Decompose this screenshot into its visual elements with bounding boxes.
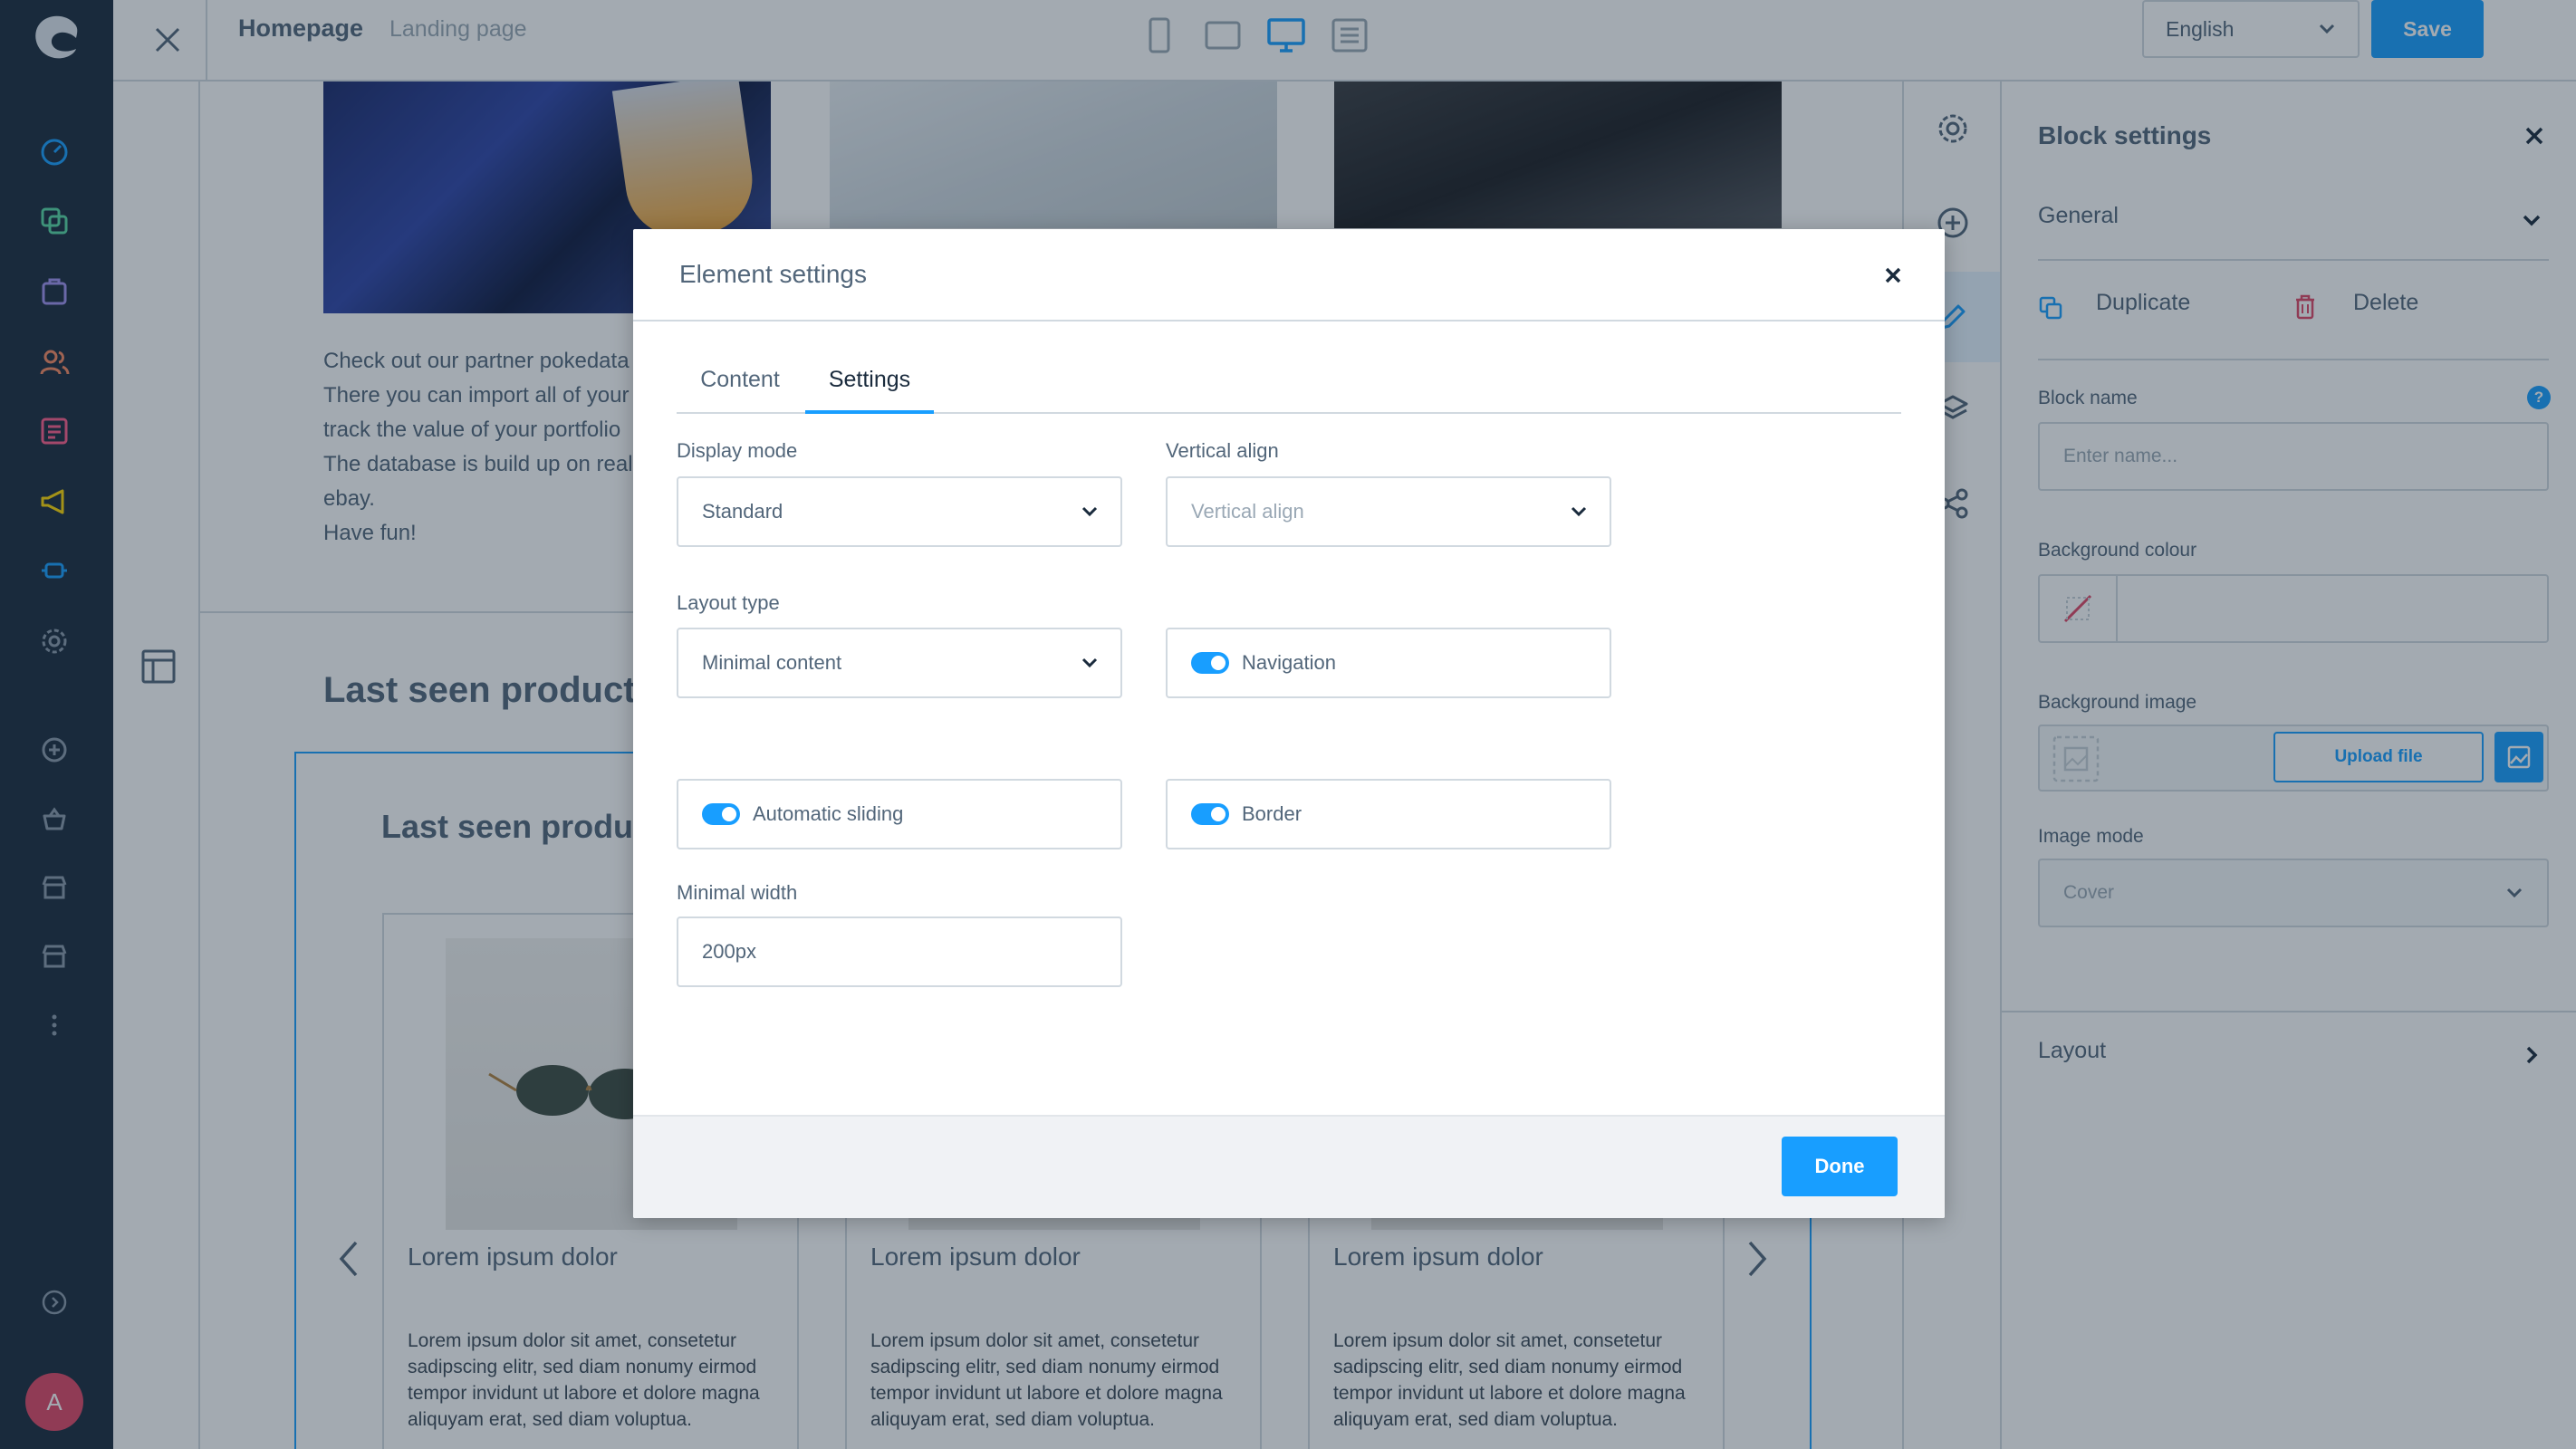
vertical-align-placeholder: Vertical align — [1191, 500, 1304, 523]
display-mode-value: Standard — [702, 500, 783, 523]
display-mode-select[interactable]: Standard — [677, 476, 1122, 547]
automatic-sliding-switch[interactable] — [702, 803, 740, 825]
tab-content[interactable]: Content — [677, 363, 803, 414]
automatic-sliding-toggle-field: Automatic sliding — [677, 779, 1122, 849]
layout-type-label: Layout type — [677, 591, 780, 614]
chevron-down-icon — [1081, 657, 1098, 668]
layout-type-value: Minimal content — [702, 651, 842, 674]
modal-title: Element settings — [679, 260, 867, 288]
automatic-sliding-label: Automatic sliding — [753, 802, 904, 825]
done-button[interactable]: Done — [1782, 1137, 1898, 1196]
chevron-down-icon — [1081, 506, 1098, 517]
modal-header: Element settings — [633, 229, 1945, 321]
vertical-align-select[interactable]: Vertical align — [1166, 476, 1611, 547]
vertical-align-label: Vertical align — [1166, 439, 1279, 462]
element-settings-modal: Element settings Content Settings Displa… — [633, 229, 1945, 1218]
modal-footer: Done — [633, 1115, 1945, 1218]
modal-tabs: Content Settings — [677, 363, 1901, 414]
close-modal-icon[interactable] — [1879, 262, 1907, 289]
display-mode-label: Display mode — [677, 439, 798, 462]
chevron-down-icon — [1571, 506, 1587, 517]
minimal-width-input[interactable]: 200px — [677, 916, 1122, 987]
border-toggle-field: Border — [1166, 779, 1611, 849]
navigation-label: Navigation — [1242, 651, 1336, 674]
navigation-toggle-field: Navigation — [1166, 628, 1611, 698]
layout-type-select[interactable]: Minimal content — [677, 628, 1122, 698]
border-switch[interactable] — [1191, 803, 1229, 825]
tab-settings[interactable]: Settings — [805, 363, 934, 414]
minimal-width-label: Minimal width — [677, 881, 798, 904]
navigation-switch[interactable] — [1191, 652, 1229, 674]
border-label: Border — [1242, 802, 1302, 825]
